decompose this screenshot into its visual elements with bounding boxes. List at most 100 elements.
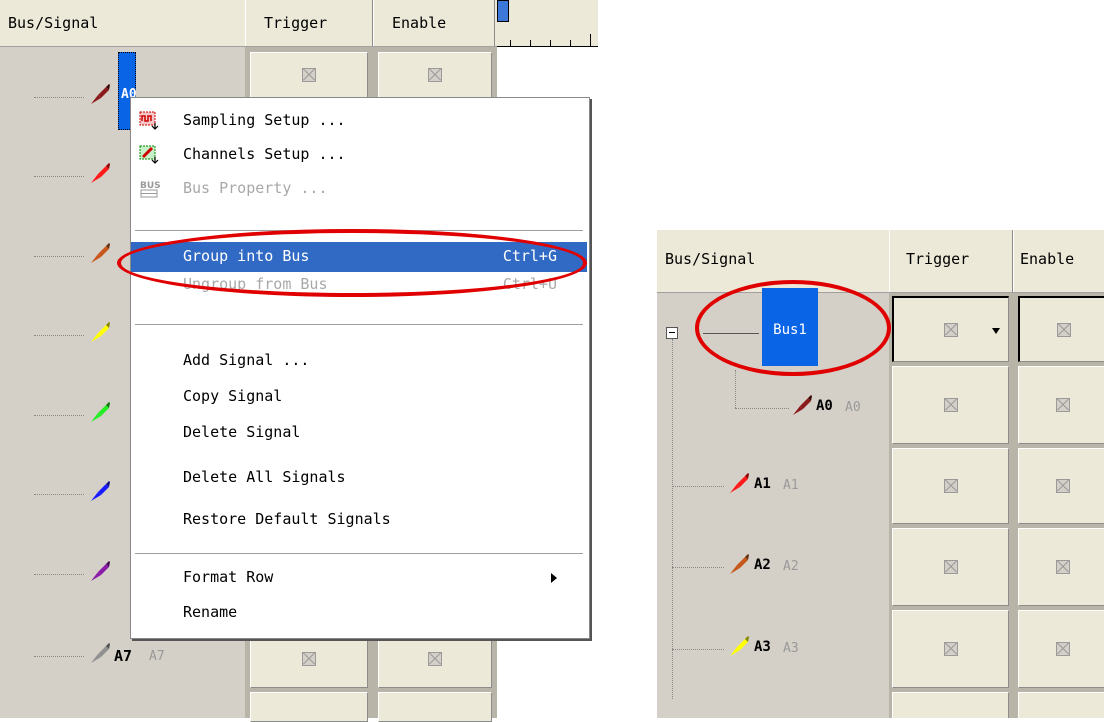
tree-connector bbox=[34, 335, 84, 336]
trigger-cell[interactable] bbox=[892, 448, 1009, 524]
menu-item-label: Rename bbox=[183, 603, 238, 621]
menu-item-copy-signal[interactable]: Copy Signal bbox=[131, 382, 587, 412]
probe-icon bbox=[91, 643, 110, 663]
enable-header-label: Enable bbox=[392, 14, 447, 32]
probe-icon bbox=[91, 243, 110, 263]
menu-item-ungroup-from-bus[interactable]: Ungroup from Bus Ctrl+U bbox=[131, 270, 587, 300]
menu-item-shortcut: Ctrl+G bbox=[502, 247, 557, 265]
trigger-header[interactable]: Trigger bbox=[889, 230, 1013, 292]
collapse-icon[interactable] bbox=[666, 327, 678, 339]
menu-item-label: Add Signal ... bbox=[183, 351, 310, 369]
probe-icon bbox=[91, 481, 110, 501]
ruler-tick bbox=[590, 34, 591, 46]
signal-a2-alias: A2 bbox=[783, 559, 799, 574]
enable-header[interactable]: Enable bbox=[1013, 230, 1104, 292]
tree-connector bbox=[672, 567, 724, 568]
menu-item-label: Format Row bbox=[183, 568, 274, 586]
tree-connector bbox=[672, 649, 724, 650]
tree-connector bbox=[34, 415, 84, 416]
probe-icon bbox=[793, 395, 812, 415]
bus-signal-header: Bus/Signal bbox=[665, 250, 756, 268]
timeline-marker[interactable] bbox=[497, 0, 509, 22]
tree-connector bbox=[672, 339, 673, 699]
menu-item-label: Bus Property ... bbox=[183, 179, 328, 197]
menu-item-sampling-setup[interactable]: Sampling Setup ... bbox=[131, 106, 587, 136]
trigger-cell[interactable] bbox=[250, 52, 368, 98]
timeline-ruler bbox=[497, 46, 598, 47]
x-checkbox-icon bbox=[428, 68, 442, 82]
menu-item-label: Delete Signal bbox=[183, 423, 301, 441]
ruler-tick bbox=[570, 40, 571, 46]
enable-cell[interactable] bbox=[1018, 610, 1104, 688]
left-screenshot: Bus/Signal Trigger Enable A0 A7 A7 Sampl… bbox=[0, 0, 598, 722]
bus-signal-header: Bus/Signal bbox=[8, 14, 99, 32]
tree-connector bbox=[34, 656, 84, 657]
tree-connector bbox=[672, 486, 724, 487]
probe-icon bbox=[730, 473, 749, 493]
menu-item-format-row[interactable]: Format Row bbox=[131, 563, 587, 593]
tree-connector bbox=[703, 333, 759, 334]
menu-item-rename[interactable]: Rename bbox=[131, 598, 587, 628]
enable-cell[interactable] bbox=[1018, 366, 1104, 444]
signal-a0-label[interactable]: A0 bbox=[816, 398, 833, 414]
signal-a7-label[interactable]: A7 bbox=[114, 647, 132, 665]
x-checkbox-icon bbox=[302, 68, 316, 82]
trigger-cell[interactable] bbox=[892, 692, 1009, 718]
trigger-header-label: Trigger bbox=[264, 14, 328, 32]
probe-icon bbox=[91, 84, 110, 104]
enable-cell[interactable] bbox=[1018, 692, 1104, 718]
channels-setup-icon bbox=[139, 145, 159, 164]
probe-icon bbox=[91, 561, 110, 581]
menu-item-channels-setup[interactable]: Channels Setup ... bbox=[131, 140, 587, 170]
probe-icon bbox=[730, 554, 749, 574]
menu-item-group-into-bus[interactable]: Group into Bus Ctrl+G bbox=[131, 242, 587, 272]
bus-label: Bus1 bbox=[773, 322, 807, 338]
probe-icon bbox=[91, 402, 110, 422]
x-checkbox-icon bbox=[1056, 322, 1071, 337]
signal-a3-label[interactable]: A3 bbox=[754, 639, 771, 655]
tree-connector bbox=[34, 574, 84, 575]
menu-item-restore-default-signals[interactable]: Restore Default Signals bbox=[131, 505, 587, 535]
trigger-cell[interactable] bbox=[892, 528, 1009, 606]
menu-item-delete-signal[interactable]: Delete Signal bbox=[131, 418, 587, 448]
x-checkbox-icon bbox=[428, 652, 442, 666]
trigger-header[interactable]: Trigger bbox=[245, 0, 373, 46]
enable-cell[interactable] bbox=[1018, 296, 1104, 362]
menu-item-label: Ungroup from Bus bbox=[183, 275, 328, 293]
x-checkbox-icon bbox=[1056, 479, 1070, 493]
signal-a3-alias: A3 bbox=[783, 641, 799, 656]
menu-item-bus-property[interactable]: BUS Bus Property ... bbox=[131, 174, 587, 204]
menu-item-label: Restore Default Signals bbox=[183, 510, 391, 528]
ruler-tick bbox=[510, 40, 511, 46]
signal-a2-label[interactable]: A2 bbox=[754, 557, 771, 573]
x-checkbox-icon bbox=[943, 560, 958, 574]
tree-connector bbox=[34, 176, 84, 177]
enable-cell[interactable] bbox=[1018, 448, 1104, 524]
trigger-cell[interactable] bbox=[892, 610, 1009, 688]
menu-separator bbox=[135, 553, 583, 555]
signal-a1-alias: A1 bbox=[783, 478, 799, 493]
tree-connector bbox=[34, 97, 84, 98]
enable-header[interactable]: Enable bbox=[373, 0, 495, 46]
dropdown-arrow-icon[interactable] bbox=[992, 328, 1000, 334]
tree-connector bbox=[34, 256, 84, 257]
trigger-cell[interactable] bbox=[892, 296, 1009, 362]
bus-chip[interactable]: Bus1 bbox=[762, 288, 818, 366]
ruler-tick bbox=[530, 40, 531, 46]
signal-a1-label[interactable]: A1 bbox=[754, 476, 771, 492]
submenu-arrow-icon bbox=[551, 573, 557, 583]
menu-item-label: Copy Signal bbox=[183, 387, 283, 405]
x-checkbox-icon bbox=[302, 652, 316, 666]
enable-cell[interactable] bbox=[378, 52, 492, 98]
x-checkbox-icon bbox=[1056, 560, 1070, 574]
tree-connector bbox=[34, 494, 84, 495]
x-checkbox-icon bbox=[943, 642, 958, 656]
enable-cell[interactable] bbox=[1018, 528, 1104, 606]
menu-item-add-signal[interactable]: Add Signal ... bbox=[131, 346, 587, 376]
bus-property-icon: BUS bbox=[140, 181, 161, 198]
probe-icon bbox=[730, 636, 749, 656]
x-checkbox-icon bbox=[1056, 642, 1070, 656]
x-checkbox-icon bbox=[944, 322, 958, 337]
trigger-cell[interactable] bbox=[892, 366, 1009, 444]
menu-item-delete-all-signals[interactable]: Delete All Signals bbox=[131, 463, 587, 493]
